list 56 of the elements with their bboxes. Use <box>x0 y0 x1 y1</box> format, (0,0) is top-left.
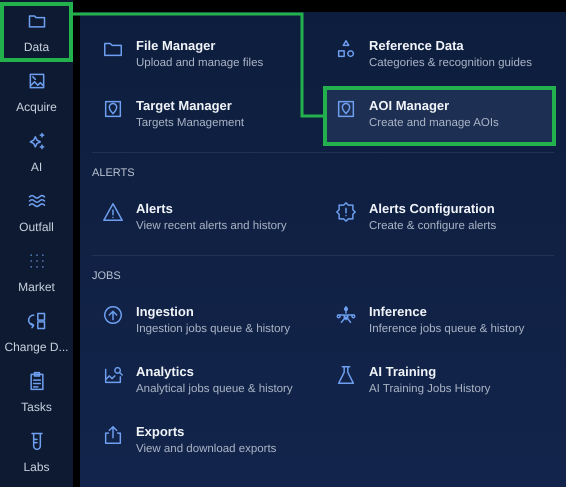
menu-item[interactable]: Target Manager Targets Management <box>92 88 321 144</box>
item-description: Targets Management <box>136 117 244 129</box>
flask-icon <box>335 364 357 386</box>
item-description: Analytical jobs queue & history <box>136 383 293 395</box>
item-title: Alerts Configuration <box>369 201 496 216</box>
item-title: AOI Manager <box>369 98 450 113</box>
item-title: Inference <box>369 304 428 319</box>
pin-icon <box>335 98 357 120</box>
menu-item[interactable]: Reference Data Categories & recognition guides <box>325 28 554 84</box>
menu-item[interactable]: Alerts Configuration Create & configure alerts <box>325 191 554 247</box>
item-title: Reference Data <box>369 38 465 53</box>
menu-item[interactable]: Exports View and download exports <box>92 414 321 470</box>
upload-icon <box>102 304 124 326</box>
network-icon <box>335 304 357 326</box>
item-description: View recent alerts and history <box>136 220 287 232</box>
item-description: View and download exports <box>136 443 276 455</box>
item-title: Exports <box>136 424 186 439</box>
item-title: Analytics <box>136 364 195 379</box>
sidebar-item[interactable]: Labs <box>0 422 73 482</box>
menu-item[interactable]: Analytics Analytical jobs queue & history <box>92 354 321 410</box>
section-heading: ALERTS <box>92 167 136 179</box>
menu-item[interactable]: Inference Inference jobs queue & history <box>325 294 554 350</box>
item-description: Ingestion jobs queue & history <box>136 323 290 335</box>
menu-item[interactable]: File Manager Upload and manage files <box>92 28 321 84</box>
menu-item[interactable]: Alerts View recent alerts and history <box>92 191 321 247</box>
item-title: Alerts <box>136 201 174 216</box>
export-icon <box>102 424 124 446</box>
alert-badge-icon <box>335 201 357 223</box>
item-description: Categories & recognition guides <box>369 57 532 69</box>
pin-icon <box>102 98 124 120</box>
change-icon <box>26 310 46 330</box>
analytics-icon <box>102 364 124 386</box>
item-description: Upload and manage files <box>136 57 264 69</box>
shapes-icon <box>335 38 357 60</box>
item-title: AI Training <box>369 364 438 379</box>
item-description: Create and manage AOIs <box>369 117 499 129</box>
image-icon <box>26 70 46 90</box>
item-description: Create & configure alerts <box>369 220 496 232</box>
item-description: Inference jobs queue & history <box>369 323 524 335</box>
sidebar-item[interactable]: Change D... <box>0 302 73 362</box>
sparkle-icon <box>26 130 46 150</box>
sidebar-item[interactable]: AI <box>0 122 73 182</box>
item-title: Target Manager <box>136 98 233 113</box>
menu-item[interactable]: AOI Manager Create and manage AOIs <box>325 88 554 144</box>
menu-item[interactable]: AI Training AI Training Jobs History <box>325 354 554 410</box>
menu-item[interactable]: Ingestion Ingestion jobs queue & history <box>92 294 321 350</box>
item-title: Ingestion <box>136 304 195 319</box>
sidebar-item[interactable]: Acquire <box>0 62 73 122</box>
item-title: File Manager <box>136 38 216 53</box>
sidebar-item[interactable]: Outfall <box>0 182 73 242</box>
warning-icon <box>102 201 124 223</box>
section-heading: JOBS <box>92 270 122 282</box>
sidebar-item[interactable]: Market <box>0 242 73 302</box>
sidebar-item[interactable]: Data <box>0 2 73 62</box>
item-description: AI Training Jobs History <box>369 383 490 395</box>
sidebar-item[interactable]: Tasks <box>0 362 73 422</box>
